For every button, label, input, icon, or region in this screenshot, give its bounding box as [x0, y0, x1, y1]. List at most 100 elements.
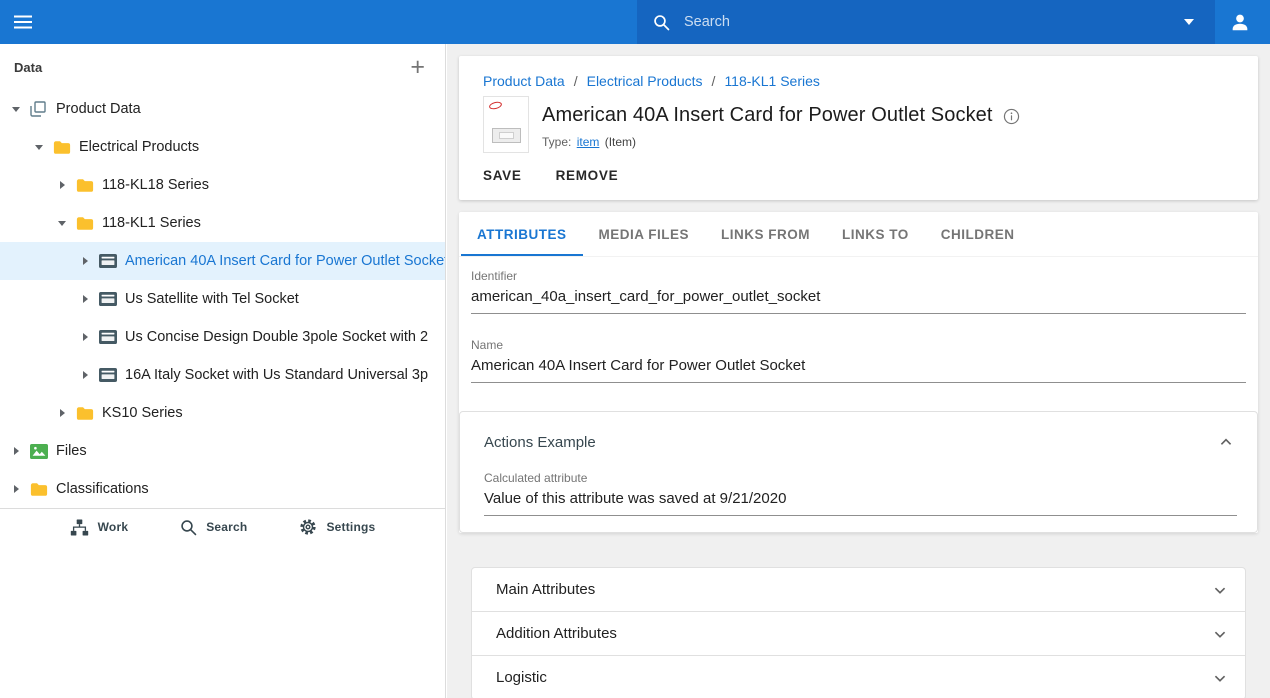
chevron-down-icon[interactable] — [4, 97, 28, 121]
tab-bar: ATTRIBUTESMEDIA FILESLINKS FROMLINKS TOC… — [459, 212, 1258, 257]
gear-icon — [299, 518, 317, 536]
nav-item-settings[interactable]: Settings — [299, 518, 375, 536]
section-addition-attributes[interactable]: Addition Attributes — [471, 611, 1246, 656]
tab-attributes[interactable]: ATTRIBUTES — [461, 212, 583, 256]
nav-item-label: Search — [206, 520, 247, 534]
tree-item[interactable]: 118-KL1 Series — [0, 204, 445, 242]
tab-links-from[interactable]: LINKS FROM — [705, 212, 826, 256]
tree-item-label: Files — [56, 443, 87, 459]
tree-item[interactable]: Us Concise Design Double 3pole Socket wi… — [0, 318, 445, 356]
menu-icon[interactable] — [14, 0, 48, 44]
work-icon — [70, 519, 89, 536]
tree-item[interactable]: American 40A Insert Card for Power Outle… — [0, 242, 445, 280]
thumbnail-logo — [488, 101, 502, 111]
search-icon — [653, 14, 670, 31]
section-title: Main Attributes — [496, 581, 595, 598]
actions-card-title: Actions Example — [484, 434, 596, 451]
folder-icon — [74, 406, 101, 421]
chevron-down-icon[interactable] — [1209, 623, 1231, 645]
chevron-down-icon[interactable] — [1209, 667, 1231, 689]
chevron-right-icon[interactable] — [73, 363, 97, 387]
chevron-right-icon[interactable] — [73, 249, 97, 273]
info-icon[interactable] — [1003, 108, 1020, 125]
tree-item[interactable]: Electrical Products — [0, 128, 445, 166]
attributes-panel: ATTRIBUTESMEDIA FILESLINKS FROMLINKS TOC… — [459, 212, 1258, 533]
chevron-up-icon[interactable] — [1215, 431, 1237, 453]
nav-item-search[interactable]: Search — [180, 519, 247, 536]
tree-item[interactable]: 16A Italy Socket with Us Standard Univer… — [0, 356, 445, 394]
field-value[interactable]: american_40a_insert_card_for_power_outle… — [471, 283, 1246, 314]
section-title: Logistic — [496, 669, 547, 686]
app: Search Data + Product Data Electrical Pro… — [0, 0, 1270, 698]
type-line: Type: item (Item) — [542, 135, 1020, 149]
breadcrumb-separator: / — [574, 73, 578, 89]
actions-card-header[interactable]: Actions Example — [484, 431, 1237, 453]
chevron-right-icon[interactable] — [50, 173, 74, 197]
tree-item[interactable]: Files — [0, 432, 445, 470]
chevron-right-icon[interactable] — [73, 325, 97, 349]
chevron-right-icon[interactable] — [4, 477, 28, 501]
chevron-down-icon[interactable] — [27, 135, 51, 159]
tree-item[interactable]: 118-KL18 Series — [0, 166, 445, 204]
image-icon — [28, 444, 55, 459]
search-input[interactable]: Search — [684, 14, 1165, 30]
nav-item-label: Settings — [326, 520, 375, 534]
item-icon — [97, 254, 124, 268]
tree-item-label: Electrical Products — [79, 139, 199, 155]
tree-item[interactable]: Classifications — [0, 470, 445, 508]
fields: Identifieramerican_40a_insert_card_for_p… — [459, 257, 1258, 409]
chevron-down-icon[interactable] — [50, 211, 74, 235]
chevron-right-icon[interactable] — [4, 439, 28, 463]
chevron-down-icon[interactable] — [1209, 579, 1231, 601]
calculated-attribute-field[interactable]: Calculated attribute Value of this attri… — [484, 471, 1237, 516]
name-field[interactable]: NameAmerican 40A Insert Card for Power O… — [471, 338, 1246, 383]
section-logistic[interactable]: Logistic — [471, 655, 1246, 698]
product-thumbnail — [483, 96, 529, 153]
tree-item-label: American 40A Insert Card for Power Outle… — [125, 253, 445, 269]
type-suffix: (Item) — [605, 135, 636, 149]
product-header-card: Product Data/Electrical Products/118-KL1… — [459, 56, 1258, 200]
sidebar-bottom-nav: Work Search Settings — [0, 508, 445, 545]
add-icon[interactable]: + — [400, 55, 435, 79]
global-search[interactable]: Search — [637, 0, 1215, 44]
folder-icon — [74, 178, 101, 193]
section-main-attributes[interactable]: Main Attributes — [471, 567, 1246, 612]
identifier-field[interactable]: Identifieramerican_40a_insert_card_for_p… — [471, 269, 1246, 314]
collapsed-sections: Main Attributes Addition Attributes Logist… — [471, 567, 1246, 698]
search-dropdown-caret-icon[interactable] — [1179, 14, 1199, 30]
tree-item-label: 16A Italy Socket with Us Standard Univer… — [125, 367, 428, 383]
type-link[interactable]: item — [577, 135, 600, 149]
actions-row: SAVE REMOVE — [474, 157, 1234, 194]
tree-item[interactable]: Product Data — [0, 90, 445, 128]
tree-item-label: 118-KL1 Series — [102, 215, 201, 231]
page-title: American 40A Insert Card for Power Outle… — [542, 104, 993, 127]
item-icon — [97, 292, 124, 306]
tree-item[interactable]: Us Satellite with Tel Socket — [0, 280, 445, 318]
tree: Product Data Electrical Products 118-KL18 … — [0, 90, 445, 508]
tab-media-files[interactable]: MEDIA FILES — [583, 212, 706, 256]
breadcrumb-link[interactable]: 118-KL1 Series — [724, 73, 819, 89]
remove-button[interactable]: REMOVE — [547, 157, 628, 194]
breadcrumb-link[interactable]: Electrical Products — [587, 73, 703, 89]
tab-links-to[interactable]: LINKS TO — [826, 212, 925, 256]
chevron-right-icon[interactable] — [73, 287, 97, 311]
field-value[interactable]: Value of this attribute was saved at 9/2… — [484, 485, 1237, 516]
sidebar-header: Data + — [0, 44, 445, 90]
nav-item-work[interactable]: Work — [70, 519, 129, 536]
user-account-icon[interactable] — [1218, 0, 1262, 44]
thumbnail-socket-image — [492, 128, 521, 143]
tab-children[interactable]: CHILDREN — [925, 212, 1031, 256]
save-button[interactable]: SAVE — [474, 157, 531, 194]
folder-icon — [74, 216, 101, 231]
tree-item[interactable]: KS10 Series — [0, 394, 445, 432]
top-bar: Search — [0, 0, 1270, 44]
actions-example-card: Actions Example Calculated attribute Val… — [459, 411, 1258, 533]
main-content: Product Data/Electrical Products/118-KL1… — [447, 44, 1270, 698]
field-value[interactable]: American 40A Insert Card for Power Outle… — [471, 352, 1246, 383]
type-label: Type: — [542, 135, 571, 149]
folder-icon — [28, 482, 55, 497]
search-icon — [180, 519, 197, 536]
item-icon — [97, 368, 124, 382]
breadcrumb-link[interactable]: Product Data — [483, 73, 565, 89]
chevron-right-icon[interactable] — [50, 401, 74, 425]
